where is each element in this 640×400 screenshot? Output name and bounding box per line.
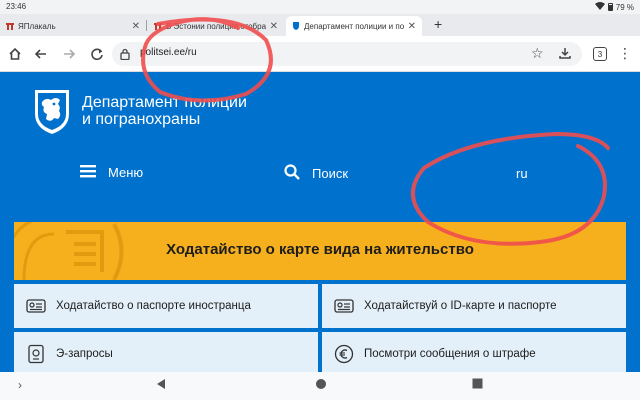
close-tab-icon[interactable]: ✕ (408, 21, 416, 32)
brand-line: Департамент полиции (82, 94, 247, 111)
banner-title: Ходатайство о карте вида на жительство (166, 241, 474, 258)
home-icon[interactable] (6, 45, 24, 63)
tab-news[interactable]: В Эстонии полиция отобрала ✕ (148, 16, 284, 36)
home-circle-icon[interactable] (315, 378, 327, 393)
tab-politsei[interactable]: Департамент полиции и погранохраны ✕ (286, 16, 422, 36)
yaplakal-favicon-icon (6, 22, 14, 30)
passport-card-icon (26, 299, 46, 313)
card-fine-messages[interactable]: Посмотри сообщения о штрафе (322, 332, 626, 372)
tab-title: В Эстонии полиция отобрала (166, 21, 266, 31)
euro-coin-icon (334, 344, 354, 364)
back-triangle-icon[interactable] (156, 378, 166, 393)
tab-title: Департамент полиции и погранохраны (304, 21, 404, 31)
tab-yaplakal[interactable]: ЯПлакаль ✕ (0, 16, 146, 36)
card-label: Э-запросы (56, 348, 113, 360)
card-label: Ходатайствуй о ID-карте и паспорте (364, 300, 557, 312)
battery-level: 79 % (615, 2, 634, 12)
new-tab-button[interactable]: + (434, 16, 442, 32)
recents-square-icon[interactable] (472, 378, 483, 392)
brand-line: и погранохраны (82, 111, 201, 128)
web-page: Департамент полиции и погранохраны Меню … (0, 72, 640, 372)
card-label: Ходатайство о паспорте иностранца (56, 300, 251, 312)
browser-toolbar: politsei.ee/ru ☆ 3 ⋮ (0, 36, 640, 72)
card-label: Посмотри сообщения о штрафе (364, 348, 536, 360)
site-brand[interactable]: Департамент полиции и погранохраны (82, 94, 247, 128)
forward-arrow-icon[interactable] (60, 45, 78, 63)
system-nav-bar: › (0, 372, 640, 400)
wifi-icon (594, 2, 605, 12)
url-text[interactable]: politsei.ee/ru (140, 47, 197, 58)
site-nav: Меню Поиск ru (0, 160, 640, 188)
status-bar: 23:46 79 % (0, 0, 640, 14)
battery-icon (607, 3, 613, 11)
status-indicators: 79 % (594, 2, 634, 12)
card-e-requests[interactable]: Э-запросы (14, 332, 318, 372)
search-label: Поиск (312, 166, 349, 181)
hamburger-icon (80, 164, 96, 181)
id-card-icon (334, 299, 354, 313)
search-icon (284, 164, 300, 183)
tab-divider (146, 20, 147, 31)
card-foreigner-passport[interactable]: Ходатайство о паспорте иностранца (14, 284, 318, 328)
card-id-passport[interactable]: Ходатайствуй о ID-карте и паспорте (322, 284, 626, 328)
police-shield-favicon-icon (292, 22, 300, 30)
address-bar[interactable]: politsei.ee/ru ☆ (112, 42, 582, 66)
close-tab-icon[interactable]: ✕ (270, 21, 278, 32)
document-stamp-icon (28, 344, 44, 364)
residence-card-banner[interactable]: Ходатайство о карте вида на жительство (14, 222, 626, 280)
chevron-right-icon[interactable]: › (18, 378, 22, 392)
menu-label: Меню (108, 165, 144, 180)
back-arrow-icon[interactable] (32, 45, 50, 63)
lock-icon[interactable] (120, 47, 130, 65)
language-switch[interactable]: ru (516, 166, 528, 181)
more-menu-icon[interactable]: ⋮ (618, 45, 632, 62)
menu-button[interactable]: Меню (80, 164, 143, 181)
reload-icon[interactable] (88, 45, 106, 63)
download-icon[interactable] (558, 46, 572, 65)
tab-strip: ЯПлакаль ✕ В Эстонии полиция отобрала ✕ … (0, 14, 640, 36)
tab-title: ЯПлакаль (18, 21, 56, 31)
close-tab-icon[interactable]: ✕ (132, 21, 140, 32)
yaplakal-favicon-icon (154, 22, 162, 30)
tab-switcher-button[interactable]: 3 (593, 47, 607, 61)
bookmark-star-icon[interactable]: ☆ (531, 45, 544, 62)
search-button[interactable]: Поиск (284, 164, 348, 183)
status-time: 23:46 (6, 2, 27, 11)
police-lion-shield-logo-icon[interactable] (32, 88, 72, 136)
